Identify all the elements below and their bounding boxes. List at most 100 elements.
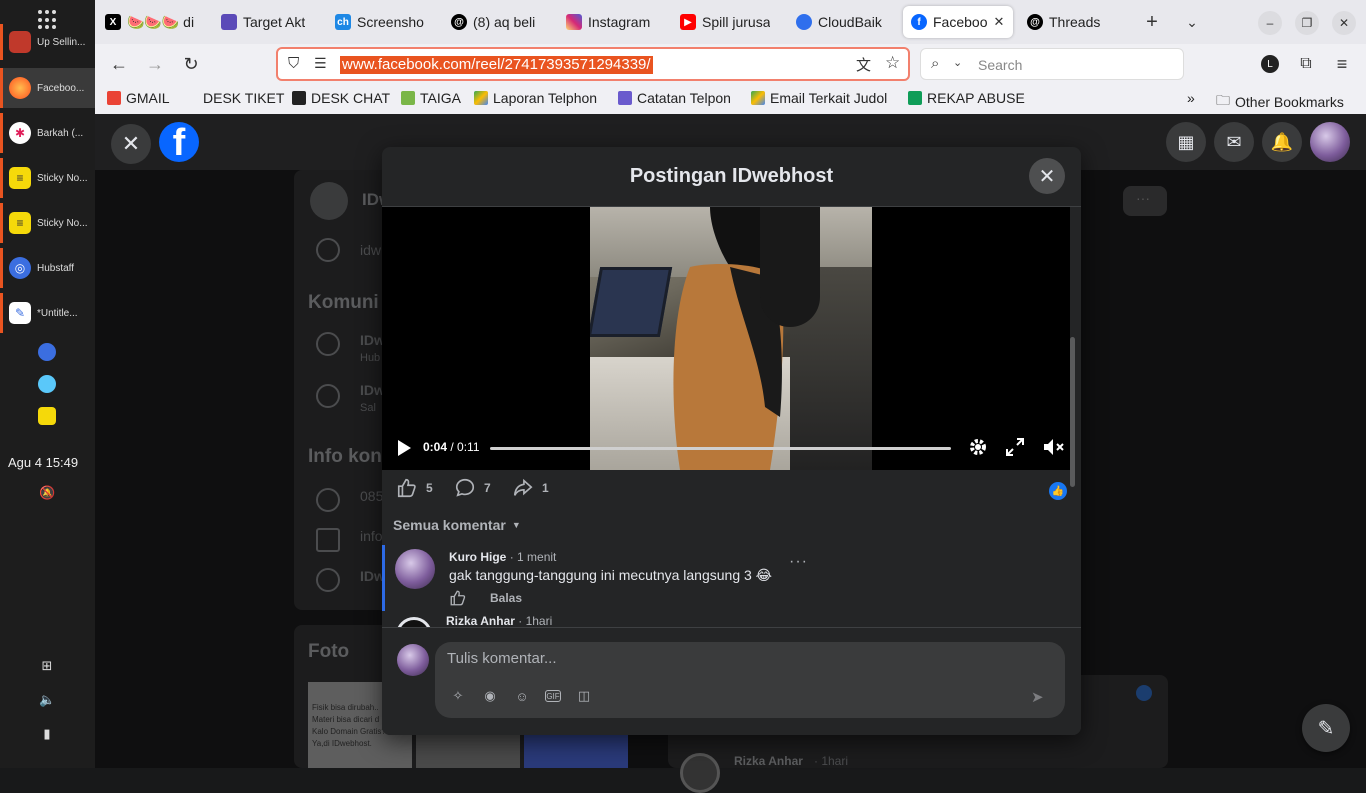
dock-item-firefox[interactable]: Faceboo... bbox=[0, 68, 95, 108]
bookmark-taiga[interactable]: TAIGA bbox=[401, 90, 461, 106]
facebook-logo-icon[interactable]: f bbox=[159, 122, 199, 162]
muted-speaker-icon[interactable] bbox=[1043, 438, 1065, 456]
my-avatar[interactable] bbox=[397, 644, 429, 676]
new-tab-icon[interactable]: + bbox=[1140, 10, 1164, 34]
search-engine-chevron-down-icon[interactable]: ⌄ bbox=[953, 56, 962, 69]
new-message-compose-icon[interactable]: ✎ bbox=[1302, 704, 1350, 752]
sticky-notes-icon: ≡ bbox=[9, 167, 31, 189]
dock-item-text-editor[interactable]: ✎ *Untitle... bbox=[0, 293, 95, 333]
avatar-sticker-icon[interactable]: ✧ bbox=[449, 687, 467, 705]
play-icon[interactable] bbox=[396, 439, 412, 457]
minimize-icon[interactable]: – bbox=[1258, 11, 1282, 35]
tab-facebook[interactable]: f Faceboo ✕ bbox=[903, 6, 1013, 38]
sticky-tray-icon[interactable] bbox=[38, 407, 56, 425]
clock[interactable]: Agu 4 15:49 bbox=[8, 455, 78, 470]
tab-screenshot[interactable]: ch Screensho bbox=[327, 6, 439, 38]
network-icon[interactable]: ⊞ bbox=[39, 658, 55, 674]
bookmark-star-icon[interactable]: ☆ bbox=[885, 53, 900, 73]
tab-threads-post[interactable]: @ (8) aq beli bbox=[443, 6, 553, 38]
video-progress-bar[interactable] bbox=[490, 447, 951, 450]
dock-item-label: Sticky No... bbox=[37, 172, 88, 184]
bookmark-gmail[interactable]: GMAIL bbox=[107, 90, 170, 106]
extensions-icon[interactable]: ⧉ bbox=[1294, 52, 1318, 76]
like-button[interactable]: 5 bbox=[396, 477, 433, 499]
gif-icon[interactable]: GIF bbox=[545, 690, 561, 702]
modal-scrollbar[interactable] bbox=[1070, 337, 1075, 487]
tab-target[interactable]: Target Akt bbox=[213, 6, 323, 38]
share-count: 1 bbox=[542, 481, 549, 495]
menu-grid-icon[interactable]: ▦ bbox=[1166, 122, 1206, 162]
tab-threads[interactable]: @ Threads bbox=[1019, 6, 1129, 38]
dock-item-hubstaff[interactable]: ◎ Hubstaff bbox=[0, 248, 95, 288]
comment-input[interactable]: Tulis komentar... ✧ ◉ ☺ GIF ◫ ➤ bbox=[435, 642, 1065, 718]
forward-icon[interactable]: → bbox=[143, 52, 167, 76]
comment-sort-dropdown[interactable]: Semua komentar ▼ bbox=[393, 517, 521, 533]
tab-title: 🍉🍉🍉 di bbox=[127, 13, 195, 30]
bookmark-laporan-telphon[interactable]: Laporan Telphon bbox=[474, 90, 597, 106]
battery-icon[interactable]: ▮ bbox=[39, 726, 55, 742]
dock-item-slack[interactable]: ✱ Barkah (... bbox=[0, 113, 95, 153]
commenter-name[interactable]: Kuro Hige bbox=[449, 550, 506, 564]
reply-button[interactable]: Balas bbox=[490, 591, 522, 605]
other-bookmarks[interactable]: 🗀 Other Bookmarks bbox=[1216, 90, 1344, 114]
comment-more-options-icon[interactable]: ··· bbox=[789, 553, 808, 571]
tab-x[interactable]: X 🍉🍉🍉 di bbox=[97, 6, 217, 38]
search-bar[interactable]: ⌕ ⌄ Search bbox=[920, 48, 1184, 80]
bookmark-rekap-abuse[interactable]: REKAP ABUSE bbox=[908, 90, 1025, 106]
url-bar[interactable]: ⛉ ☰ www.facebook.com/reel/27417393571294… bbox=[276, 47, 910, 81]
video-frame[interactable] bbox=[590, 207, 872, 470]
notifications-bell-icon[interactable]: 🔔 bbox=[1262, 122, 1302, 162]
send-icon[interactable]: ➤ bbox=[1031, 688, 1049, 706]
account-avatar[interactable]: L bbox=[1258, 52, 1282, 76]
bookmarks-overflow-icon[interactable]: » bbox=[1187, 90, 1195, 106]
close-tab-icon[interactable]: ✕ bbox=[993, 14, 1004, 30]
dock-item-sticky-notes-2[interactable]: ≡ Sticky No... bbox=[0, 203, 95, 243]
close-reel-button[interactable]: ✕ bbox=[111, 124, 151, 164]
commenter-avatar[interactable] bbox=[395, 549, 435, 589]
tab-instagram[interactable]: Instagram bbox=[558, 6, 668, 38]
dock-item-upselling[interactable]: Up Sellin... bbox=[0, 24, 95, 60]
commenter-name[interactable]: Rizka Anhar bbox=[446, 615, 515, 627]
restore-icon[interactable]: ❐ bbox=[1295, 11, 1319, 35]
settings-gear-icon[interactable] bbox=[968, 437, 988, 457]
ai-sticker-icon[interactable]: ◉ bbox=[481, 687, 499, 705]
translate-icon[interactable]: 文 bbox=[856, 54, 871, 75]
volume-icon[interactable]: 🔈 bbox=[39, 692, 55, 708]
reload-icon[interactable]: ↻ bbox=[179, 52, 203, 76]
account-letter: L bbox=[1261, 55, 1279, 73]
modal-close-button[interactable]: ✕ bbox=[1029, 158, 1065, 194]
messenger-icon[interactable]: ✉ bbox=[1214, 122, 1254, 162]
dock-item-sticky-notes-1[interactable]: ≡ Sticky No... bbox=[0, 158, 95, 198]
tab-cloudbaik[interactable]: CloudBaik bbox=[788, 6, 900, 38]
menu-icon[interactable]: ≡ bbox=[1330, 52, 1354, 76]
fullscreen-icon[interactable] bbox=[1006, 438, 1024, 456]
notifications-muted-icon[interactable]: 🔕 bbox=[39, 485, 55, 501]
bookmark-catatan-telpon[interactable]: Catatan Telpon bbox=[618, 90, 731, 106]
close-window-icon[interactable]: ✕ bbox=[1332, 11, 1356, 35]
like-reaction-badge-icon[interactable]: 👍 bbox=[1049, 482, 1067, 500]
hubstaff-tray-icon[interactable] bbox=[38, 343, 56, 361]
tab-list-chevron-down-icon[interactable]: ⌄ bbox=[1180, 10, 1204, 34]
url-text[interactable]: www.facebook.com/reel/27417393571294339/ bbox=[340, 56, 653, 74]
search-input[interactable]: Search bbox=[978, 57, 1022, 73]
emoji-icon[interactable]: ☺ bbox=[513, 687, 531, 705]
share-button[interactable]: 1 bbox=[512, 477, 549, 499]
shield-icon[interactable]: ⛉ bbox=[288, 55, 299, 72]
bookmark-desk-chat[interactable]: DESK CHAT bbox=[292, 90, 390, 106]
tray-app-icon[interactable] bbox=[38, 375, 56, 393]
comment-sort-label: Semua komentar bbox=[393, 517, 506, 533]
more-options-icon[interactable]: ··· bbox=[1123, 186, 1167, 216]
back-icon[interactable]: ← bbox=[107, 52, 131, 76]
comment-time[interactable]: · 1 menit bbox=[510, 550, 557, 564]
sticker-icon[interactable]: ◫ bbox=[575, 687, 593, 705]
bookmark-email-judol[interactable]: Email Terkait Judol bbox=[751, 90, 887, 106]
video-player[interactable]: 0:04 / 0:11 bbox=[382, 207, 1070, 470]
profile-avatar[interactable] bbox=[1310, 122, 1350, 162]
tab-youtube[interactable]: ▶ Spill jurusa bbox=[672, 6, 782, 38]
page-info-icon[interactable]: ☰ bbox=[314, 55, 327, 72]
comment-like-icon[interactable] bbox=[449, 589, 467, 607]
comment-button[interactable]: 7 bbox=[454, 477, 491, 499]
commenter-avatar[interactable] bbox=[396, 617, 432, 627]
bookmark-desk-tiket[interactable]: DESK TIKET bbox=[203, 90, 284, 106]
comment-time[interactable]: · 1hari bbox=[518, 615, 552, 627]
